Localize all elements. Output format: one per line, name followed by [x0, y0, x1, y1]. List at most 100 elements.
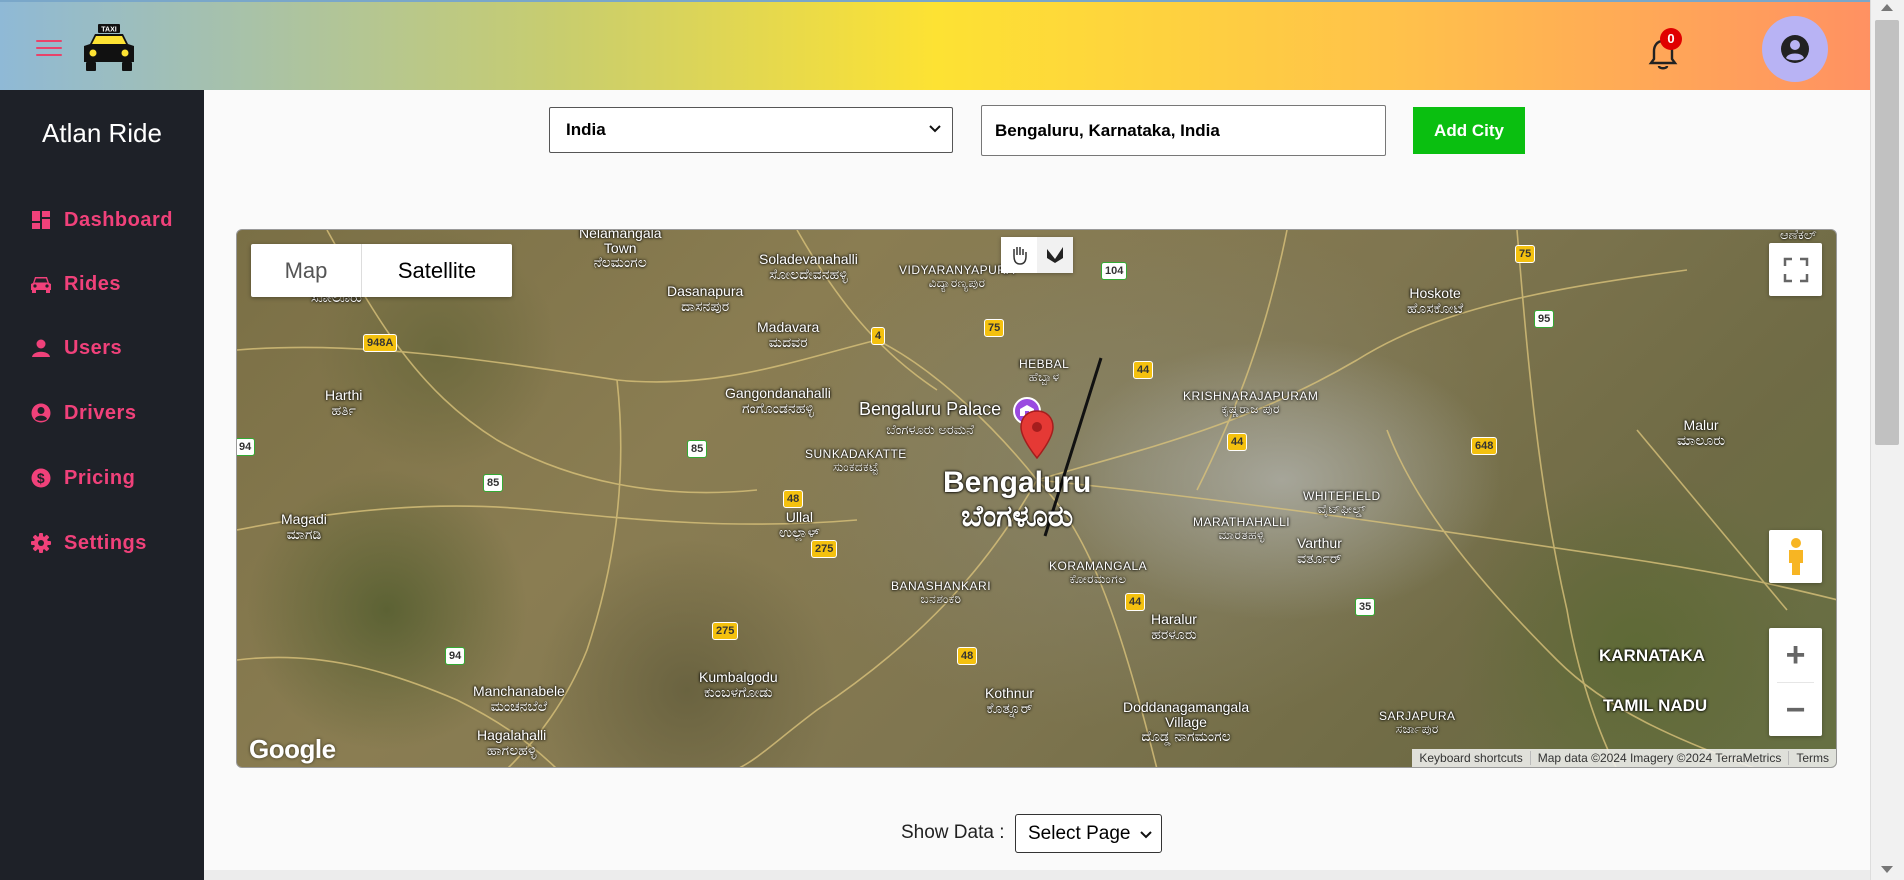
- brand-name: Atlan Ride: [42, 118, 162, 148]
- map-label-state: KARNATAKA: [1599, 646, 1706, 665]
- taxi-sign-text: TAXI: [101, 27, 116, 34]
- sidebar-item-label: Pricing: [64, 466, 136, 489]
- map-label: WHITEFIELD ವೈಟ್‌ಫೀಲ್ಡ್: [1303, 489, 1381, 516]
- top-header: TAXI 0: [0, 0, 1870, 90]
- user-avatar-button[interactable]: [1762, 16, 1828, 82]
- highway-shield: 4: [871, 327, 886, 345]
- map-type-map-button[interactable]: Map: [251, 244, 362, 297]
- map-label: Hoskote ಹೊಸಕೋಟೆ: [1407, 285, 1464, 316]
- google-map[interactable]: Nelamangala Town ನೆಲಮಂಗಲ Soladevanahalli ಸೋ…: [236, 229, 1837, 768]
- map-label: Soladevanahalli ಸೋಲದೇವನಹಳ್ಳಿ: [759, 251, 858, 282]
- sidebar-item-settings[interactable]: Settings: [30, 528, 147, 558]
- highway-shield: 94: [445, 647, 466, 665]
- map-label: Kumbalgodu ಕುಂಬಳಗೋಡು: [699, 669, 778, 700]
- map-label: KRISHNARAJAPURAM ಕೃಷ್ಣರಾಜ ಪುರ: [1183, 389, 1319, 416]
- scroll-down-arrow-icon[interactable]: [1881, 866, 1893, 873]
- hand-pan-icon[interactable]: [1001, 237, 1037, 273]
- map-label: Varthur ವರ್ತೂರ್: [1297, 535, 1342, 566]
- zoom-out-button[interactable]: −: [1769, 683, 1822, 737]
- user-circle-icon: [1781, 35, 1809, 63]
- map-data-text: Map data ©2024 Imagery ©2024 TerraMetric…: [1531, 751, 1790, 765]
- fullscreen-button[interactable]: [1769, 243, 1822, 296]
- highway-shield: 85: [483, 474, 504, 492]
- gear-icon: [30, 532, 52, 554]
- chevron-down-icon: [929, 125, 941, 133]
- map-label: Manchanabele ಮಂಚನಬೆಲೆ: [473, 683, 565, 714]
- map-label: ಆಣೆಕಲ್: [1780, 229, 1817, 242]
- map-label: Hagalahalli ಹಾಗಲಹಳ್ಳಿ: [477, 727, 547, 758]
- dollar-icon: $: [30, 467, 52, 489]
- country-select[interactable]: India: [549, 107, 953, 153]
- highway-shield: 95: [1534, 310, 1555, 328]
- map-label: SUNKADAKATTE ಸುಂಕದಕಟ್ಟೆ: [805, 447, 907, 474]
- map-label: Malur ಮಾಲೂರು: [1677, 417, 1726, 448]
- zoom-control: + −: [1769, 628, 1822, 736]
- highway-shield: 85: [687, 440, 708, 458]
- highway-shield: 48: [957, 647, 978, 665]
- sidebar-item-label: Rides: [64, 272, 121, 295]
- highway-shield: 75: [984, 319, 1005, 337]
- country-select-value: India: [566, 120, 606, 139]
- highway-shield: 48: [783, 490, 804, 508]
- sidebar-item-pricing[interactable]: $ Pricing: [30, 463, 135, 493]
- map-type-satellite-button[interactable]: Satellite: [362, 244, 512, 297]
- sidebar-item-label: Settings: [64, 531, 147, 554]
- sidebar-item-dashboard[interactable]: Dashboard: [30, 205, 173, 235]
- pegman-icon: [1788, 537, 1803, 575]
- scroll-thumb[interactable]: [1875, 20, 1899, 445]
- highway-shield: 75: [1515, 245, 1536, 263]
- dashboard-icon: [30, 209, 52, 231]
- map-label: HEBBAL ಹೆಬ್ಬಾಳ: [1019, 357, 1070, 384]
- map-label: Kothnur ಕೊತ್ನೂರ್: [985, 685, 1035, 716]
- map-label: SARJAPURA ಸರ್ಜಾಪುರ: [1379, 709, 1456, 736]
- terms-link[interactable]: Terms: [1789, 751, 1836, 765]
- map-label: Ullal ಉಲ್ಲಾಳ್: [779, 509, 820, 540]
- add-city-button[interactable]: Add City: [1413, 107, 1525, 154]
- svg-text:$: $: [37, 470, 45, 486]
- user-icon: [30, 337, 52, 359]
- draw-polyline-icon[interactable]: [1037, 237, 1073, 273]
- highway-shield: 44: [1125, 593, 1146, 611]
- map-label-city: Bengaluru ಬೆಂಗಳೂರು: [943, 466, 1092, 533]
- map-label: Nelamangala Town ನೆಲಮಂಗಲ: [579, 229, 662, 271]
- street-view-pegman[interactable]: [1769, 530, 1822, 583]
- highway-shield: 275: [712, 622, 739, 640]
- map-label: Doddanagamangala Village ದೊಡ್ಡ ನಾಗಮಂಗಲ: [1123, 699, 1250, 745]
- show-data-label: Show Data :: [901, 822, 1005, 843]
- page-select[interactable]: Select Page: [1015, 814, 1162, 853]
- highway-shield: 44: [1227, 433, 1248, 451]
- highway-shield: 44: [1133, 361, 1154, 379]
- zoom-in-button[interactable]: +: [1769, 628, 1822, 682]
- highway-shield: 94: [237, 438, 256, 456]
- map-label: Dasanapura ದಾಸನಪುರ: [667, 283, 744, 314]
- city-search-input[interactable]: Bengaluru, Karnataka, India: [981, 105, 1386, 156]
- hamburger-icon[interactable]: [36, 40, 62, 58]
- highway-shield: 104: [1101, 262, 1128, 280]
- highway-shield: 35: [1355, 598, 1376, 616]
- map-label: KORAMANGALA ಕೋರಮಂಗಲ: [1049, 559, 1148, 586]
- map-label: Gangondanahalli ಗಂಗೊಂಡನಹಳ್ಳಿ: [725, 385, 831, 416]
- location-pin-icon[interactable]: [1019, 410, 1055, 460]
- highway-shield: 275: [811, 540, 838, 558]
- driver-icon: [30, 402, 52, 424]
- car-icon: [30, 273, 52, 295]
- chevron-down-icon: [1140, 831, 1152, 839]
- sidebar-item-label: Drivers: [64, 401, 137, 424]
- keyboard-shortcuts-link[interactable]: Keyboard shortcuts: [1412, 751, 1531, 765]
- sidebar-item-drivers[interactable]: Drivers: [30, 398, 136, 428]
- map-label: Madavara ಮದವರ: [757, 319, 820, 350]
- page-bottom-edge: [204, 870, 1870, 880]
- sidebar-item-users[interactable]: Users: [30, 333, 122, 363]
- google-logo: Google: [249, 734, 336, 764]
- map-label: VIDYARANYAPURA ವಿದ್ಯಾರಣ್ಯಪುರ: [899, 263, 1015, 290]
- map-label: BANASHANKARI ಬನಶಂಕರಿ: [891, 579, 992, 606]
- taxi-icon: TAXI: [84, 24, 134, 71]
- drawing-tools: [1001, 237, 1073, 273]
- scroll-up-arrow-icon[interactable]: [1881, 4, 1893, 11]
- map-label: Bengaluru Palace ಬೆಂಗಳೂರು ಅರಮನೆ: [859, 399, 1002, 437]
- vertical-scrollbar[interactable]: [1870, 0, 1904, 880]
- sidebar-item-rides[interactable]: Rides: [30, 269, 121, 299]
- city-input-value: Bengaluru, Karnataka, India: [995, 120, 1220, 140]
- map-label: MARATHAHALLI ಮಾರತಹಳ್ಳಿ: [1193, 515, 1291, 542]
- sidebar-item-label: Users: [64, 336, 123, 359]
